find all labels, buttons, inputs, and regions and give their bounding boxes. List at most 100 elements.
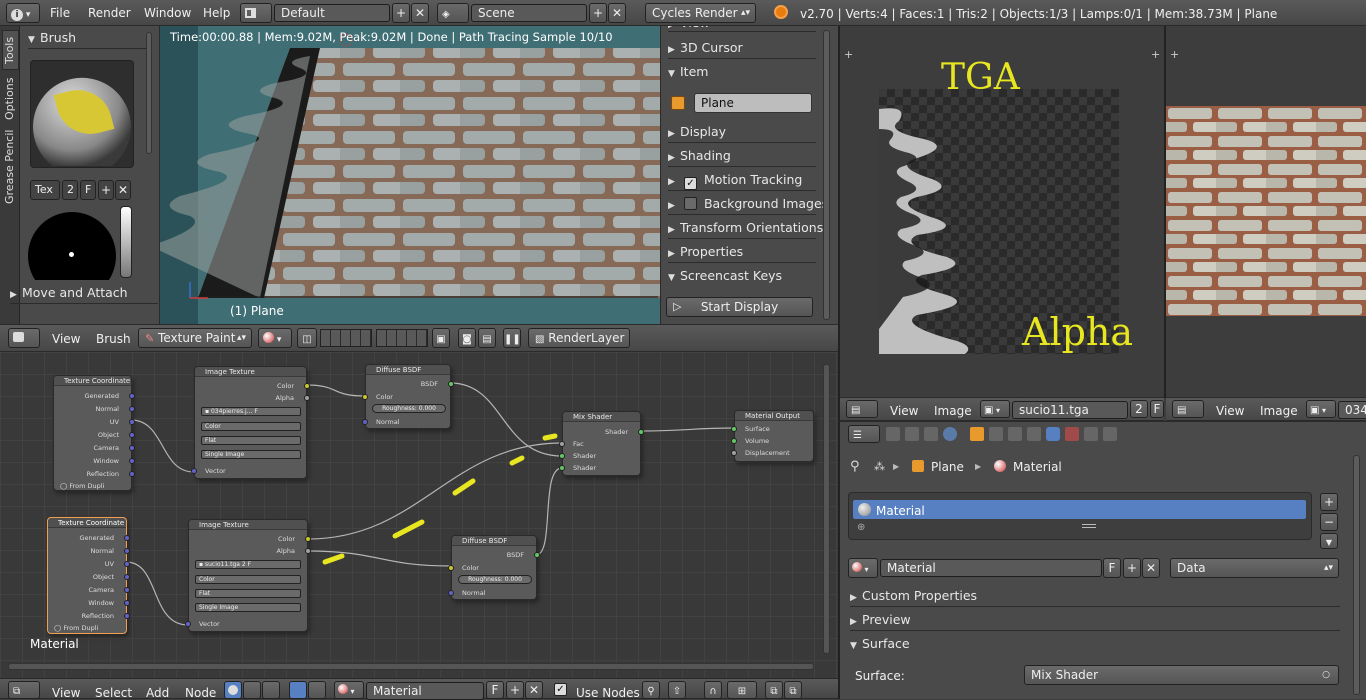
- node-menu-node[interactable]: Node: [185, 686, 216, 700]
- socket-output[interactable]: [129, 432, 135, 438]
- socket-input[interactable]: [191, 468, 197, 474]
- paste-nodes-button[interactable]: ⧉: [784, 681, 802, 699]
- panel-custom-properties-header[interactable]: ▶ Custom Properties: [850, 585, 1340, 607]
- render-tab-icon[interactable]: [886, 427, 900, 441]
- item-name-field[interactable]: Plane: [694, 93, 812, 113]
- screen-layout-field[interactable]: Default: [274, 4, 390, 22]
- socket-output[interactable]: [129, 419, 135, 425]
- socket-output[interactable]: [124, 574, 130, 580]
- tex-users-button[interactable]: 2: [62, 180, 78, 200]
- node-texture-coordinate-2[interactable]: Texture Coordinate Generated Normal UV O…: [47, 517, 130, 634]
- layer-buttons-2[interactable]: [376, 329, 428, 347]
- image-selector[interactable]: ▪ 034pierres.j... F: [201, 407, 301, 416]
- material-unlink-button[interactable]: ✕: [1142, 558, 1160, 578]
- socket-output[interactable]: [124, 535, 130, 541]
- socket-output[interactable]: [129, 471, 135, 477]
- socket-output[interactable]: [129, 445, 135, 451]
- add-scene-button[interactable]: +: [589, 3, 607, 23]
- node-image-texture-1[interactable]: Image Texture Color Alpha ▪ 034pierres.j…: [191, 366, 310, 479]
- tex-button[interactable]: Tex: [30, 180, 60, 200]
- slot-specials-button[interactable]: ▼: [1320, 533, 1338, 549]
- material-name-field[interactable]: Material: [366, 682, 484, 700]
- scrollbar[interactable]: [1353, 455, 1360, 695]
- region-plus-icon[interactable]: +: [1170, 48, 1179, 61]
- material-fake-user-button[interactable]: F: [1103, 558, 1121, 578]
- material-browse-button[interactable]: ▾: [334, 681, 364, 699]
- texture-tab-icon[interactable]: [1065, 427, 1079, 441]
- view3d-menu-view[interactable]: View: [52, 332, 80, 346]
- menu-help[interactable]: Help: [203, 6, 230, 20]
- panel-surface-header[interactable]: ▼ Surface: [850, 633, 1340, 655]
- copy-nodes-button[interactable]: ⧉: [765, 681, 783, 699]
- material-fake-user-button[interactable]: F: [486, 681, 504, 699]
- move-attach-panel-header[interactable]: ▶ Move and Attach: [10, 282, 158, 304]
- object-tab-icon[interactable]: [970, 427, 984, 441]
- socket-output[interactable]: [124, 548, 130, 554]
- renderlayer-tab-icon[interactable]: [905, 427, 919, 441]
- physics-tab-icon[interactable]: [1103, 427, 1117, 441]
- panel-screencast-keys-header[interactable]: ▼ Screencast Keys: [668, 265, 816, 287]
- node-menu-view[interactable]: View: [52, 686, 80, 700]
- panel-motion-tracking-header[interactable]: ▶ ✓ Motion Tracking: [668, 169, 816, 191]
- image-menu-view[interactable]: View: [1216, 404, 1244, 418]
- brush-strength-slider[interactable]: [120, 206, 132, 278]
- add-screen-button[interactable]: +: [392, 3, 410, 23]
- surface-shader-dropdown[interactable]: Mix Shader ○: [1024, 665, 1339, 685]
- data-tab-icon[interactable]: [1027, 427, 1041, 441]
- socket-input[interactable]: [559, 441, 565, 447]
- image-menu-image[interactable]: Image: [1260, 404, 1298, 418]
- socket-output[interactable]: [124, 600, 130, 606]
- material-browse-button[interactable]: ▾: [848, 558, 878, 578]
- tex-fake-user-button[interactable]: F: [80, 180, 96, 200]
- world-tab-icon[interactable]: [943, 427, 957, 441]
- from-dupli-checkbox[interactable]: ◯ From Dupli: [54, 624, 98, 632]
- scrollbar[interactable]: [823, 364, 830, 654]
- tab-options-label[interactable]: Options: [3, 78, 16, 120]
- menu-file[interactable]: File: [50, 6, 70, 20]
- socket-output[interactable]: [124, 561, 130, 567]
- panel-3d-cursor-header[interactable]: ▶ 3D Cursor: [668, 37, 816, 59]
- brush-panel-header[interactable]: ▼ Brush: [28, 27, 146, 49]
- socket-output[interactable]: [448, 381, 454, 387]
- tex-remove-button[interactable]: ✕: [115, 180, 131, 200]
- list-resize-handle[interactable]: [1082, 524, 1096, 528]
- compositing-nodes-button[interactable]: [243, 681, 261, 699]
- panel-background-images-header[interactable]: ▶ Background Images: [668, 193, 828, 215]
- node-menu-select[interactable]: Select: [95, 686, 132, 700]
- use-nodes-checkbox[interactable]: ✓: [554, 683, 567, 696]
- material-new-button[interactable]: +: [1123, 558, 1141, 578]
- panel-display-header[interactable]: ▶ Display: [668, 121, 816, 143]
- socket-input[interactable]: [185, 621, 191, 627]
- snap-button[interactable]: ∩: [704, 681, 722, 699]
- panel-item-header[interactable]: ▼ Item: [668, 61, 816, 83]
- remove-scene-button[interactable]: ✕: [608, 3, 626, 23]
- remove-slot-button[interactable]: −: [1320, 513, 1338, 531]
- material-datablock-field[interactable]: Material: [880, 559, 1102, 577]
- image-editor-type-button[interactable]: ▤: [1172, 400, 1204, 418]
- modifiers-tab-icon[interactable]: [1008, 427, 1022, 441]
- node-diffuse-bsdf-2[interactable]: Diffuse BSDF BSDF Color Roughness: 0.000…: [448, 535, 540, 600]
- image-editor-left[interactable]: + + TGA Alpha: [840, 26, 1164, 397]
- node-texture-coordinate-1[interactable]: Texture Coordinate Generated Normal UV O…: [53, 375, 135, 491]
- color-space-dropdown[interactable]: Color: [201, 422, 301, 431]
- node-editor-type-button[interactable]: ⧉: [8, 681, 40, 699]
- socket-output[interactable]: [124, 587, 130, 593]
- socket-input[interactable]: [362, 394, 368, 400]
- panel-shading-header[interactable]: ▶ Shading: [668, 145, 816, 167]
- socket-input[interactable]: [731, 438, 737, 444]
- snap-element-button[interactable]: ⊞: [727, 681, 757, 699]
- socket-output[interactable]: [305, 548, 311, 554]
- pin-button[interactable]: ⚲: [642, 681, 660, 699]
- pin-icon[interactable]: ⚲: [850, 459, 860, 474]
- socket-output[interactable]: [304, 383, 310, 389]
- editor-type-info-button[interactable]: i ▾: [6, 3, 40, 23]
- socket-output[interactable]: [304, 395, 310, 401]
- socket-input[interactable]: [448, 565, 454, 571]
- socket-output[interactable]: [129, 393, 135, 399]
- socket-input[interactable]: [448, 590, 454, 596]
- socket-input[interactable]: [362, 419, 368, 425]
- tex-add-button[interactable]: +: [98, 180, 114, 200]
- render-button[interactable]: ▣: [432, 328, 450, 348]
- node-mix-shader[interactable]: Mix Shader Shader Fac Shader Shader: [559, 411, 644, 476]
- from-dupli-checkbox[interactable]: ◯ From Dupli: [60, 482, 104, 490]
